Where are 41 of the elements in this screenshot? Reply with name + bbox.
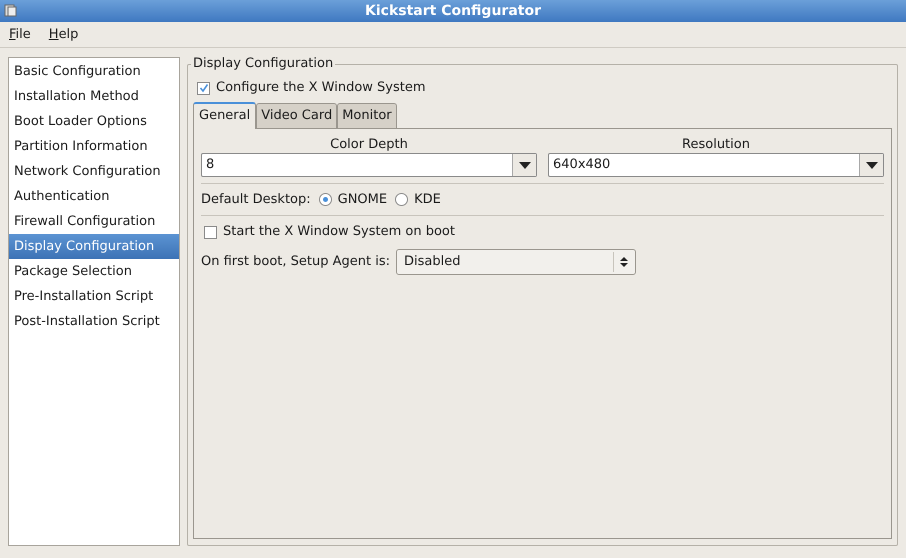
- sidebar-item[interactable]: Installation Method: [9, 84, 179, 109]
- spinner-arrows-icon: [620, 256, 628, 268]
- setup-agent-dropdown[interactable]: Disabled: [396, 249, 636, 275]
- sidebar-item[interactable]: Firewall Configuration: [9, 209, 179, 234]
- checkbox-label: Configure the X Window System: [216, 79, 426, 98]
- tab[interactable]: General: [193, 102, 256, 129]
- radio-button[interactable]: [318, 193, 332, 206]
- field-label: Color Depth: [330, 136, 408, 153]
- sidebar-item[interactable]: Post-Installation Script: [9, 309, 179, 334]
- dropdown-arrow-icon: [518, 162, 530, 168]
- radio-button[interactable]: [395, 193, 408, 206]
- combo-value: 640x480: [552, 156, 612, 174]
- dropdown-value: Disabled: [404, 253, 462, 272]
- radio-label: KDE: [414, 190, 441, 209]
- field-label: Default Desktop:: [201, 190, 311, 209]
- field-label: On first boot, Setup Agent is:: [201, 253, 390, 272]
- menu-item[interactable]: Help: [42, 24, 86, 44]
- app-icon: [3, 3, 18, 18]
- resolution-dropdown[interactable]: 640x480: [548, 153, 884, 177]
- sidebar-item[interactable]: Pre-Installation Script: [9, 284, 179, 309]
- radio-label: GNOME: [338, 190, 388, 209]
- checkbox[interactable]: [197, 82, 210, 94]
- window-title: Kickstart Configurator: [365, 2, 541, 20]
- checkbox[interactable]: [204, 226, 217, 238]
- color-depth-dropdown[interactable]: 8: [201, 153, 537, 177]
- field-label: Resolution: [682, 136, 750, 153]
- sidebar-item[interactable]: Package Selection: [9, 259, 179, 284]
- tab[interactable]: Monitor: [337, 103, 397, 128]
- sidebar-item[interactable]: Basic Configuration: [9, 59, 179, 84]
- checkbox-label: Start the X Window System on boot: [223, 223, 455, 242]
- frame-title: Display Configuration: [191, 56, 336, 72]
- sidebar-item[interactable]: Partition Information: [9, 134, 179, 159]
- sidebar-item[interactable]: Authentication: [9, 184, 179, 209]
- dropdown-arrow-icon: [866, 162, 878, 168]
- sidebar-item[interactable]: Boot Loader Options: [9, 109, 179, 134]
- tab[interactable]: Video Card: [256, 103, 338, 128]
- checkmark-icon: [198, 83, 208, 93]
- sidebar-item[interactable]: Network Configuration: [9, 159, 179, 184]
- menu-item[interactable]: File: [2, 24, 38, 44]
- combo-value: 8: [205, 156, 216, 174]
- sidebar-item[interactable]: Display Configuration: [9, 234, 179, 259]
